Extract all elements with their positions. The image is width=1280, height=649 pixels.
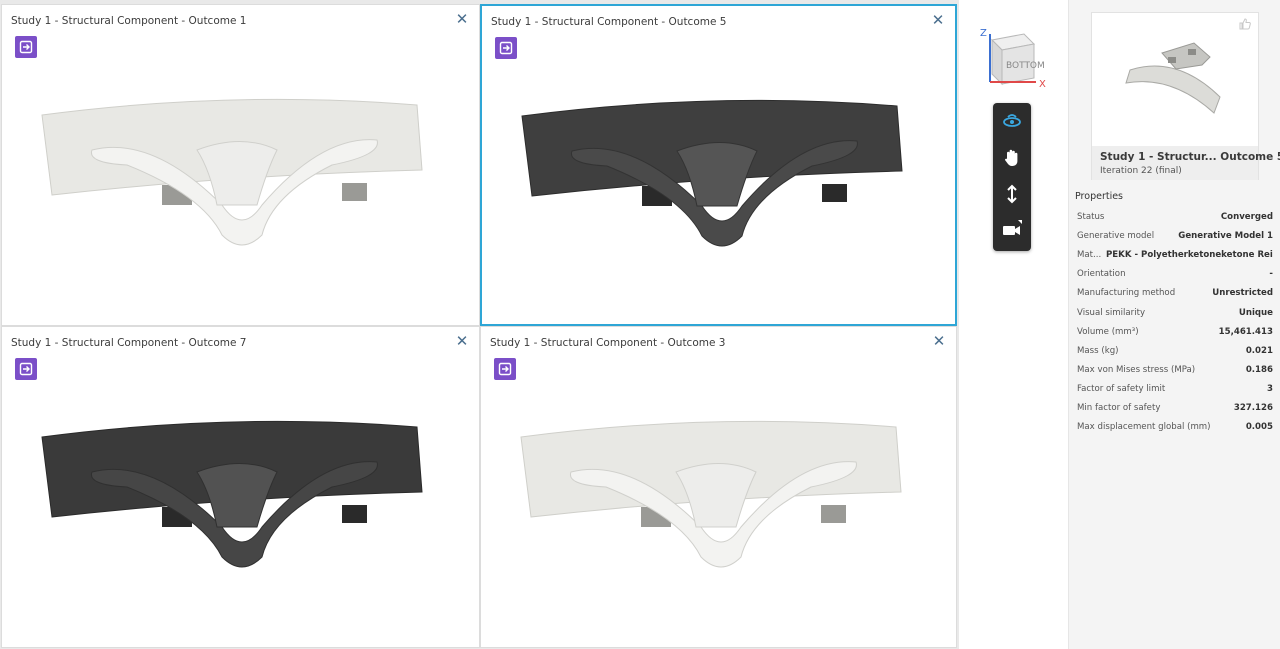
property-label: Manufacturing method — [1077, 288, 1176, 299]
open-arrow-icon — [498, 362, 512, 376]
open-arrow-icon — [19, 40, 33, 54]
property-value: 15,461.413 — [1218, 326, 1273, 337]
property-value: 0.186 — [1245, 364, 1273, 375]
zoom-icon — [1007, 184, 1017, 204]
model-render[interactable] — [32, 417, 452, 591]
property-row: Max displacement global (mm) 0.005 — [1077, 418, 1273, 437]
property-label: Mat... — [1077, 250, 1102, 261]
pan-button[interactable] — [993, 143, 1031, 173]
property-row: Visual similarity Unique — [1077, 304, 1273, 323]
property-value: Unrestricted — [1212, 288, 1273, 299]
comparison-grid: Study 1 - Structural Component - Outcome… — [0, 0, 959, 649]
zoom-button[interactable] — [993, 179, 1031, 209]
property-label: Visual similarity — [1077, 307, 1146, 318]
thumbs-up-icon[interactable] — [1238, 17, 1252, 31]
x-axis-label: X — [1039, 79, 1046, 90]
model-render[interactable] — [512, 96, 932, 270]
viewport-outcome-7[interactable]: Study 1 - Structural Component - Outcome… — [1, 326, 480, 648]
property-label: Orientation — [1077, 269, 1126, 280]
property-label: Status — [1077, 212, 1105, 222]
close-icon[interactable]: ✕ — [932, 334, 946, 349]
property-label: Factor of safety limit — [1077, 383, 1166, 394]
open-outcome-button[interactable] — [494, 358, 516, 380]
property-row: Max von Mises stress (MPa) 0.186 — [1077, 361, 1273, 380]
property-row: Min factor of safety 327.126 — [1077, 399, 1273, 418]
viewport-title: Study 1 - Structural Component - Outcome… — [490, 337, 726, 349]
property-value: Converged — [1220, 212, 1273, 222]
property-value: 0.005 — [1245, 422, 1273, 433]
property-row: Factor of safety limit 3 — [1077, 380, 1273, 399]
pan-hand-icon — [1004, 149, 1018, 166]
properties-panel: Study 1 - Structur... Outcome 5 Iteratio… — [1068, 0, 1280, 649]
property-row: Status Converged — [1077, 208, 1273, 227]
properties-heading: Properties — [1075, 191, 1124, 202]
property-value: 3 — [1267, 383, 1273, 394]
close-icon[interactable]: ✕ — [455, 12, 469, 27]
property-value: Unique — [1238, 307, 1273, 318]
thumbnail-subtitle: Iteration 22 (final) — [1100, 166, 1182, 176]
open-outcome-button[interactable] — [15, 358, 37, 380]
thumbnail-caption: Study 1 - Structur... Outcome 5 Iteratio… — [1092, 146, 1280, 180]
camera-button[interactable] — [993, 215, 1031, 245]
viewport-outcome-5[interactable]: Study 1 - Structural Component - Outcome… — [480, 4, 957, 326]
property-label: Max von Mises stress (MPa) — [1077, 364, 1196, 375]
property-label: Min factor of safety — [1077, 403, 1161, 413]
property-value: PEKK - Polyetherketoneketone Reinfor... — [1106, 250, 1273, 261]
thumbnail-title: Study 1 - Structur... Outcome 5 — [1100, 151, 1280, 163]
property-row: Mass (kg) 0.021 — [1077, 342, 1273, 361]
property-label: Volume (mm³) — [1077, 326, 1139, 337]
property-value: 0.021 — [1245, 345, 1273, 356]
open-arrow-icon — [19, 362, 33, 376]
property-label: Mass (kg) — [1077, 345, 1119, 356]
open-outcome-button[interactable] — [15, 36, 37, 58]
cube-face-label: BOTTOM — [1006, 61, 1045, 71]
orbit-button[interactable] — [993, 107, 1031, 137]
property-value: 327.126 — [1233, 403, 1273, 413]
property-row: Volume (mm³) 15,461.413 — [1077, 323, 1273, 342]
model-render[interactable] — [511, 417, 931, 591]
outcome-thumbnail-image — [1125, 42, 1221, 114]
close-icon[interactable]: ✕ — [931, 13, 945, 28]
property-label: Generative model — [1077, 231, 1155, 242]
camera-icon — [1003, 220, 1022, 235]
viewport-title: Study 1 - Structural Component - Outcome… — [11, 15, 247, 27]
viewport-outcome-1[interactable]: Study 1 - Structural Component - Outcome… — [1, 4, 480, 326]
close-icon[interactable]: ✕ — [455, 334, 469, 349]
outcome-thumbnail-card[interactable]: Study 1 - Structur... Outcome 5 Iteratio… — [1091, 12, 1280, 180]
viewport-title: Study 1 - Structural Component - Outcome… — [11, 337, 247, 349]
viewport-outcome-3[interactable]: Study 1 - Structural Component - Outcome… — [480, 326, 957, 648]
view-cube[interactable]: BOTTOM Z X — [978, 26, 1050, 90]
property-value: Generative Model 1 — [1178, 231, 1273, 242]
model-render[interactable] — [32, 95, 452, 269]
orbit-icon — [1003, 114, 1021, 127]
property-row: Generative model Generative Model 1 — [1077, 227, 1273, 246]
open-outcome-button[interactable] — [495, 37, 517, 59]
property-label: Max displacement global (mm) — [1077, 422, 1211, 433]
z-axis-label: Z — [980, 28, 987, 39]
property-row: Manufacturing method Unrestricted — [1077, 284, 1273, 303]
property-value: - — [1269, 269, 1273, 280]
property-row: Orientation - — [1077, 265, 1273, 284]
viewport-title: Study 1 - Structural Component - Outcome… — [491, 16, 727, 28]
property-row: Mat... PEKK - Polyetherketoneketone Reinf… — [1077, 246, 1273, 265]
navigation-toolbar — [993, 103, 1031, 251]
open-arrow-icon — [499, 41, 513, 55]
